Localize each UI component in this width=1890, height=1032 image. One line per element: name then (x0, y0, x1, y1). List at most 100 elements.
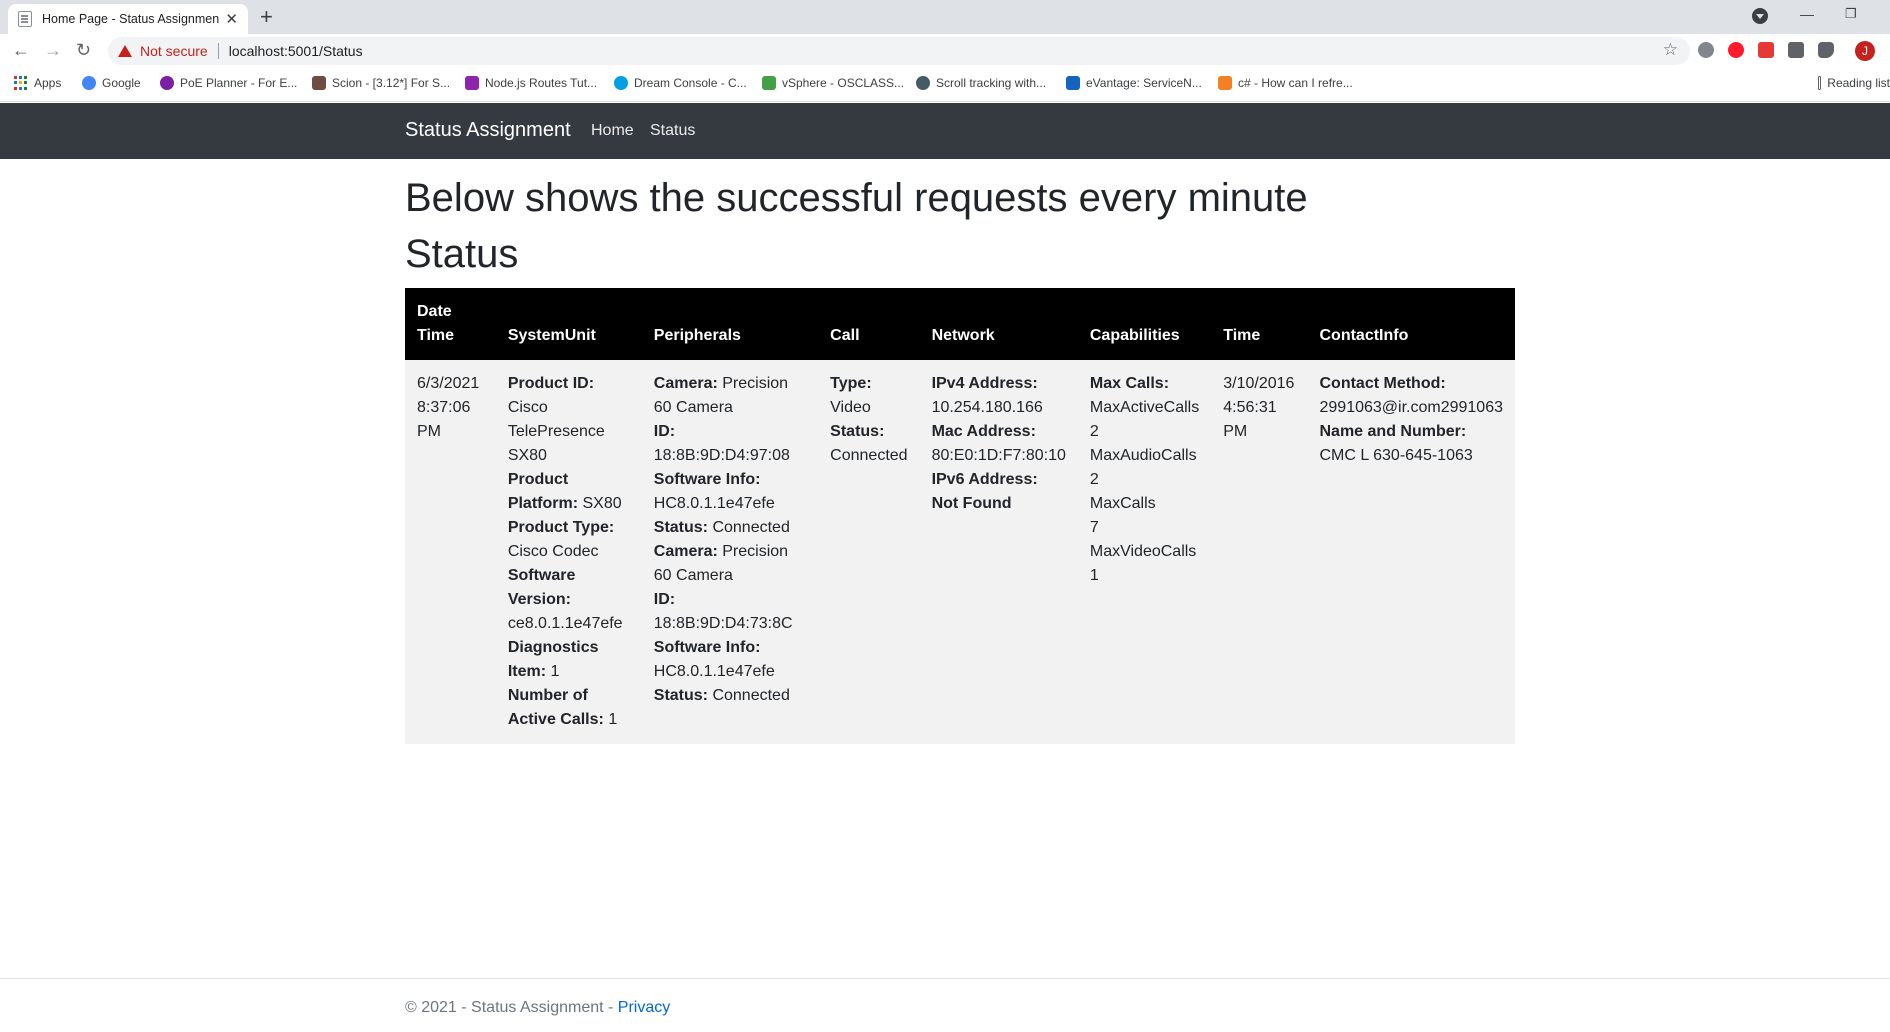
bookmark-google[interactable]: Google (82, 76, 141, 90)
field-value: Connected (712, 519, 790, 536)
reading-list[interactable]: Reading list (1818, 76, 1890, 90)
browser-tab[interactable]: Home Page - Status Assignment ✕ (8, 4, 248, 34)
field-label: Product Type: (507, 519, 615, 536)
close-tab-icon[interactable]: ✕ (225, 10, 238, 28)
status-table: Date Time SystemUnit Peripherals Call Ne… (405, 288, 1515, 744)
warning-icon (118, 45, 132, 57)
bookmark-scroll-tracking[interactable]: Scroll tracking with... (916, 76, 1046, 90)
header-network: Network (919, 288, 1078, 360)
table-row: 6/3/2021 8:37:06 PM Product ID: Cisco Te… (405, 360, 1515, 744)
field-label: Camera: (653, 543, 718, 560)
opera-icon[interactable] (1728, 42, 1744, 58)
address-bar[interactable]: Not secure localhost:5001/Status ☆ (108, 37, 1690, 65)
field-value: Cisco TelePresence SX80 (507, 399, 605, 464)
back-arrow-icon[interactable]: ← (12, 40, 30, 60)
field-label: Status: (653, 687, 708, 704)
puzzle-extensions-icon[interactable] (1818, 42, 1834, 58)
browser-tab-strip: Home Page - Status Assignment ✕ + — ❐ (0, 0, 1890, 34)
bookmark-label: c# - How can I refre... (1238, 76, 1353, 90)
field-label: Product ID: (507, 375, 595, 392)
field-value: 80:E0:1D:F7:80:10 (931, 447, 1066, 464)
reading-list-icon (1818, 76, 1822, 90)
page-heading: Below shows the successful requests ever… (405, 176, 1308, 220)
bookmark-label: vSphere - OSCLASS... (782, 76, 905, 90)
google-icon (82, 76, 96, 90)
field-label: Software Version: (507, 567, 576, 608)
copyright-text: © 2021 - Status Assignment - (405, 999, 614, 1016)
bookmark-nodejs-routes[interactable]: Node.js Routes Tut... (465, 76, 597, 90)
bookmark-label: eVantage: ServiceN... (1086, 76, 1202, 90)
field-value: Video (830, 399, 871, 416)
field-value: 1 (608, 711, 618, 728)
tp-extension-icon[interactable] (1758, 42, 1774, 58)
capability-value: 1 (1089, 567, 1099, 584)
bookmark-label: Apps (34, 76, 62, 90)
bookmark-vsphere[interactable]: vSphere - OSCLASS... (762, 76, 904, 90)
forward-arrow-icon[interactable]: → (44, 40, 62, 60)
capability-value: 2 (1089, 423, 1099, 440)
bookmark-dream-console[interactable]: Dream Console - C... (614, 76, 747, 90)
field-value: HC8.0.1.1e47efe (653, 495, 775, 512)
capability-name: MaxAudioCalls (1089, 447, 1197, 464)
field-value: HC8.0.1.1e47efe (653, 663, 775, 680)
bookmark-label: Scion - [3.12*] For S... (332, 76, 451, 90)
field-value: Cisco Codec (507, 543, 599, 560)
field-label: Name and Number: (1319, 423, 1467, 440)
page-favicon-icon (18, 11, 32, 27)
bookmark-star-icon[interactable]: ☆ (1663, 40, 1678, 60)
site-navbar: Status Assignment Home Status (0, 103, 1890, 159)
vsphere-icon (762, 76, 776, 90)
field-value: Connected (830, 447, 908, 464)
field-label: Status: (830, 423, 885, 440)
header-call: Call (818, 288, 920, 360)
bookmark-apps[interactable]: Apps (14, 76, 61, 90)
field-value: Connected (712, 687, 790, 704)
scion-icon (312, 76, 326, 90)
privacy-link[interactable]: Privacy (618, 999, 670, 1016)
poe-icon (160, 76, 174, 90)
extension-1-icon[interactable] (1698, 42, 1714, 58)
header-contact-info: ContactInfo (1307, 288, 1515, 360)
field-label: IPv6 Address: (931, 471, 1038, 488)
nav-status-link[interactable]: Status (650, 122, 695, 140)
field-label: Camera: (653, 375, 718, 392)
capability-value: 7 (1089, 519, 1099, 536)
footer-text: © 2021 - Status Assignment - Privacy (405, 999, 670, 1017)
reading-list-label: Reading list (1827, 76, 1890, 90)
minimize-window-icon[interactable]: — (1800, 6, 1814, 22)
field-label: Number of Active Calls: (507, 687, 604, 728)
url-text[interactable]: localhost:5001/Status (229, 43, 363, 59)
bookmark-poe-planner[interactable]: PoE Planner - For E... (160, 76, 297, 90)
field-value: Not Found (931, 495, 1012, 512)
help-extension-icon[interactable] (1788, 42, 1804, 58)
stackoverflow-icon (1218, 76, 1232, 90)
field-label: Software Info: (653, 639, 761, 656)
bookmark-scion[interactable]: Scion - [3.12*] For S... (312, 76, 450, 90)
site-brand[interactable]: Status Assignment (405, 119, 571, 142)
not-secure-label[interactable]: Not secure (140, 43, 208, 59)
cell-capabilities: Max Calls: MaxActiveCalls 2 MaxAudioCall… (1077, 360, 1212, 744)
field-label: Contact Method: (1319, 375, 1446, 392)
field-value: 10.254.180.166 (931, 399, 1043, 416)
bookmark-evantage[interactable]: eVantage: ServiceN... (1066, 76, 1202, 90)
nav-home-link[interactable]: Home (591, 122, 634, 140)
field-label: ID: (653, 591, 676, 608)
reload-icon[interactable]: ↻ (76, 40, 91, 60)
profile-avatar[interactable]: J (1855, 41, 1875, 61)
header-peripherals: Peripherals (641, 288, 819, 360)
field-value: 18:8B:9D:D4:97:08 (653, 447, 790, 464)
field-label: IPv4 Address: (931, 375, 1038, 392)
new-tab-button[interactable]: + (260, 5, 273, 29)
cell-time: 3/10/2016 4:56:31 PM (1211, 360, 1308, 744)
apps-grid-icon (14, 76, 28, 90)
field-label: Max Calls: (1089, 375, 1170, 392)
cell-date-time: 6/3/2021 8:37:06 PM (405, 360, 496, 744)
cell-call: Type: Video Status: Connected (818, 360, 920, 744)
tab-title: Home Page - Status Assignment (42, 12, 220, 26)
bookmark-stackoverflow[interactable]: c# - How can I refre... (1218, 76, 1353, 90)
nodejs-icon (465, 76, 479, 90)
header-time: Time (1211, 288, 1308, 360)
restore-window-icon[interactable]: ❐ (1845, 6, 1857, 22)
tab-search-icon[interactable] (1752, 8, 1768, 24)
capability-value: 2 (1089, 471, 1099, 488)
